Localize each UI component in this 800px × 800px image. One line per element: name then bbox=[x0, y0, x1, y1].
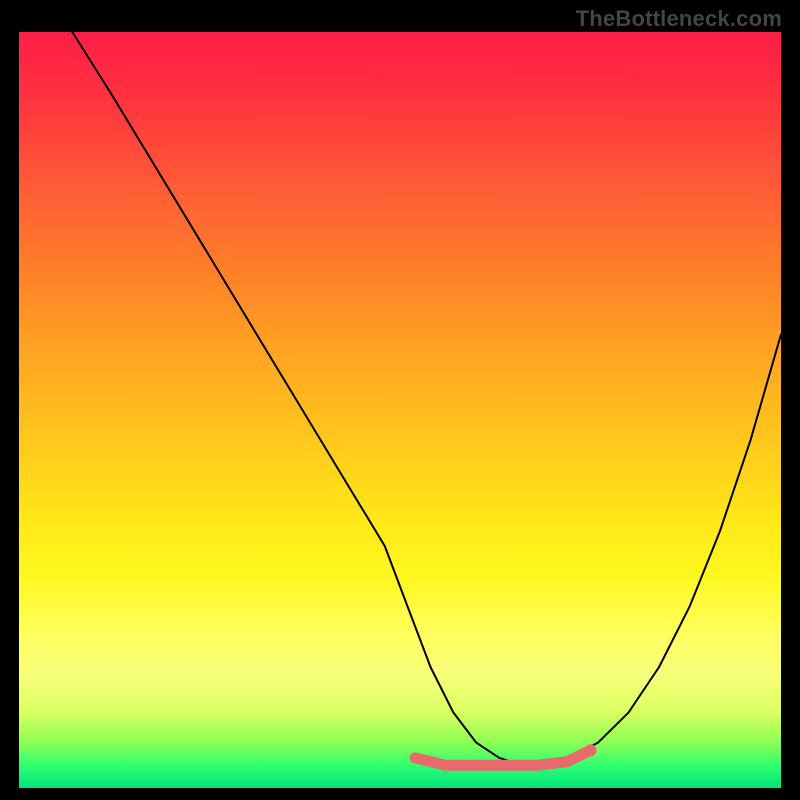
flat-marker-band bbox=[415, 750, 590, 765]
plot-area bbox=[19, 32, 781, 788]
marker-end-dot bbox=[585, 744, 597, 756]
curve-svg bbox=[19, 32, 781, 788]
main-curve bbox=[72, 32, 781, 765]
attribution-label: TheBottleneck.com bbox=[576, 6, 782, 32]
chart-frame: TheBottleneck.com bbox=[0, 0, 800, 800]
